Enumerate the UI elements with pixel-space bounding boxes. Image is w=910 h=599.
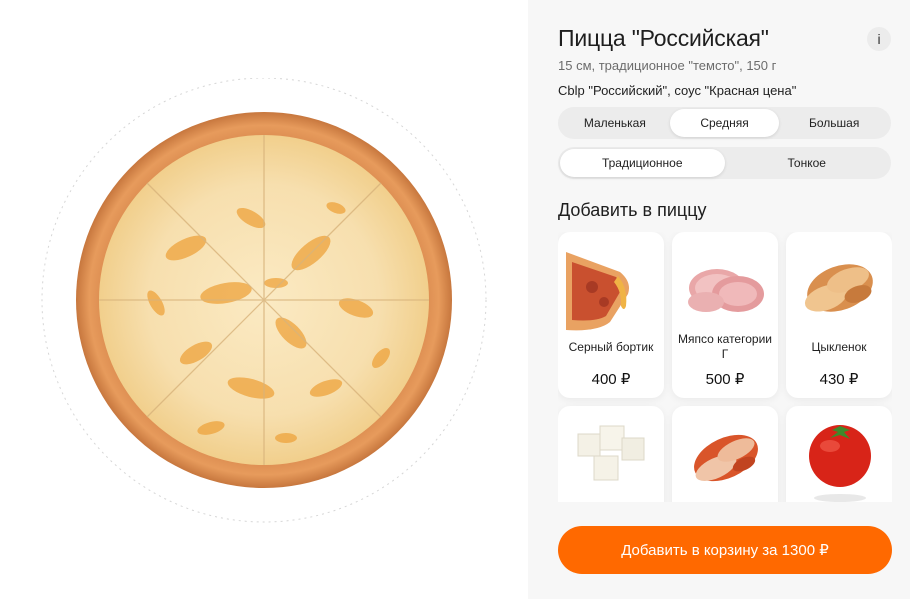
topping-name: Серный бортик	[568, 340, 654, 354]
cheese-cubes-image-icon	[577, 425, 645, 481]
topping-price: 400 ₽	[591, 371, 631, 388]
topping-card[interactable]	[672, 406, 778, 502]
size-option-medium[interactable]: Средняя	[669, 109, 780, 137]
footer: Добавить в корзину за 1300 ₽	[528, 510, 910, 599]
topping-name: Мяпсо категории Г	[678, 332, 772, 361]
topping-card[interactable]: Цыкленок 430 ₽	[786, 232, 892, 398]
size-selector: Маленькая Средняя Большая	[558, 107, 891, 139]
dough-selector: Традиционное Тонкое	[558, 147, 891, 179]
topping-card[interactable]	[558, 406, 664, 502]
pizza-image-area	[0, 0, 528, 599]
topping-card[interactable]: Мяпсо категории Г 500 ₽	[672, 232, 778, 398]
toppings-grid: Серный бортик 400 ₽ Мяпсо категории Г 50…	[558, 232, 892, 502]
toppings-title: Добавить в пиццу	[558, 200, 707, 220]
add-to-cart-button[interactable]: Добавить в корзину за 1300 ₽	[558, 526, 892, 574]
topping-price: 500 ₽	[705, 371, 745, 388]
dough-option-traditional[interactable]: Традиционное	[560, 149, 725, 177]
topping-price: 430 ₽	[819, 371, 859, 388]
size-option-large[interactable]: Большая	[779, 109, 889, 137]
info-icon[interactable]: i	[867, 27, 891, 51]
product-title: Пицца "Российская"	[558, 25, 769, 51]
product-ingredients: Cblp "Российский", соус "Красная цена"	[558, 83, 797, 98]
pizza-image	[41, 78, 487, 523]
dough-option-thin[interactable]: Тонкое	[725, 149, 890, 177]
chicken-image-icon	[804, 264, 873, 312]
tomato-image-icon	[809, 425, 871, 502]
cheese-crust-image-icon	[566, 252, 629, 331]
spicy-chicken-image-icon	[694, 434, 758, 482]
product-details-panel: Пицца "Российская" i 15 см, традиционное…	[528, 0, 910, 599]
ham-image-icon	[688, 269, 764, 312]
topping-name: Цыкленок	[811, 340, 867, 354]
product-subtitle: 15 см, традиционное "темсто", 150 г	[558, 58, 777, 73]
size-option-small[interactable]: Маленькая	[560, 109, 670, 137]
topping-card[interactable]	[786, 406, 892, 502]
topping-card[interactable]: Серный бортик 400 ₽	[558, 232, 664, 398]
